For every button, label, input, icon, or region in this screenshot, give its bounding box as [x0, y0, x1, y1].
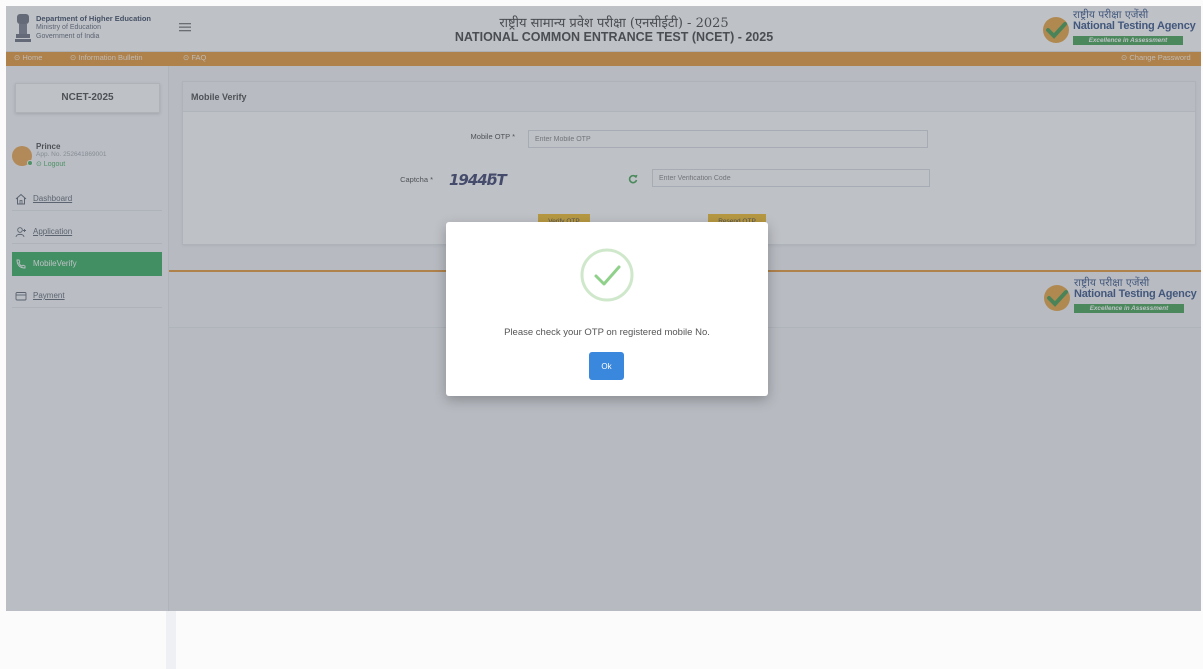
success-check-icon	[580, 248, 634, 302]
dialog-message: Please check your OTP on registered mobi…	[504, 327, 710, 338]
app-root: Department of Higher Education Ministry …	[0, 0, 1203, 669]
browser-page: Department of Higher Education Ministry …	[6, 6, 1201, 611]
otp-sent-dialog: Please check your OTP on registered mobi…	[446, 222, 768, 396]
ok-button[interactable]: Ok	[589, 352, 624, 380]
scroll-track	[166, 611, 176, 669]
